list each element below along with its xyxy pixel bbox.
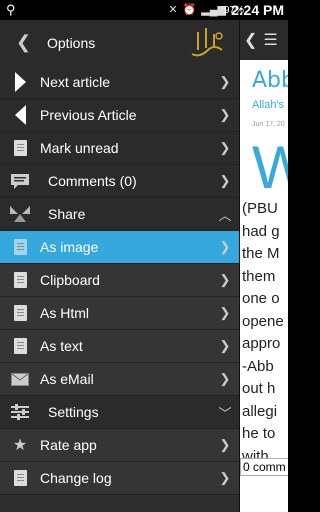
menu-label: Settings	[48, 404, 99, 420]
html-icon	[13, 305, 27, 321]
star-icon: ★	[12, 437, 28, 454]
signal-icon: ▂▄▆	[201, 4, 226, 16]
menu-previous-article[interactable]: Previous Article ❯	[0, 99, 239, 132]
article-line: opene	[242, 312, 284, 330]
drawer-header: ❮ Options	[0, 20, 239, 66]
menu-label: As image	[40, 239, 99, 255]
menu-share-as-email[interactable]: As eMail ❯	[0, 363, 239, 396]
menu-change-log[interactable]: Change log ❯	[0, 462, 239, 495]
article-body: (PBU had g the M them one o opene appro -Abb out…	[240, 198, 288, 468]
menu-comments[interactable]: Comments (0) ❯	[0, 165, 239, 198]
article-line: one o	[242, 290, 280, 307]
menu-label: Comments (0)	[48, 173, 137, 189]
options-drawer: ❮ Options Next article ❯ Previous Articl…	[0, 20, 240, 512]
chevron-right-icon: ❯	[219, 338, 231, 353]
article-date: Jun 17, 20	[252, 121, 285, 128]
article-line: he to	[242, 425, 276, 442]
mail-icon	[11, 372, 29, 386]
share-icon	[10, 206, 30, 222]
chevron-up-icon: ︿	[218, 207, 232, 223]
menu-label: As Html	[40, 305, 89, 321]
menu-label: Mark unread	[40, 140, 119, 156]
chevron-right-icon: ❯	[219, 437, 231, 452]
mute-icon: ✕	[168, 4, 178, 16]
document-icon	[13, 140, 27, 156]
chevron-right-icon: ❯	[219, 272, 231, 287]
menu-share[interactable]: Share ︿	[0, 198, 239, 231]
drawer-title: Options	[47, 35, 96, 51]
menu-settings[interactable]: Settings ﹀	[0, 396, 239, 429]
chevron-right-icon: ❯	[219, 107, 231, 122]
menu-share-as-text[interactable]: As text ❯	[0, 330, 239, 363]
clock: 2:24 PM	[231, 2, 284, 18]
menu-label: Clipboard	[40, 272, 100, 288]
calligraphy-logo	[191, 28, 223, 57]
menu-label: Rate app	[40, 437, 97, 453]
menu-label: Share	[48, 206, 86, 222]
menu-share-as-html[interactable]: As Html ❯	[0, 297, 239, 330]
comments-count[interactable]: 0 comm	[240, 458, 288, 476]
article-view: ❮ ☰ Abb Allah's Jun 17, 20 W (PBU had g th…	[240, 20, 288, 512]
article-title: Abb	[252, 68, 288, 93]
menu-label: Change log	[40, 470, 112, 486]
menu-label: Next article	[40, 74, 111, 90]
menu-mark-unread[interactable]: Mark unread ❯	[0, 132, 239, 165]
arrow-right-icon	[15, 72, 26, 92]
status-icons: ✕ ⏰ ▂▄▆	[168, 3, 226, 16]
chevron-right-icon: ❯	[219, 371, 231, 386]
article-line: -Abb	[242, 357, 274, 375]
menu-rate-app[interactable]: ★ Rate app ❯	[0, 429, 239, 462]
changelog-icon	[13, 470, 27, 486]
chevron-right-icon: ❯	[219, 305, 231, 320]
article-line: out h	[242, 380, 276, 397]
chevron-down-icon: ﹀	[218, 405, 232, 421]
back-icon[interactable]: ❮	[16, 32, 31, 53]
article-drop-cap: W	[252, 134, 288, 201]
comment-icon	[11, 174, 29, 189]
text-icon	[13, 338, 27, 354]
menu-label: Previous Article	[40, 107, 137, 123]
chevron-right-icon: ❯	[219, 140, 231, 155]
menu-label: As text	[40, 338, 83, 354]
alarm-icon: ⏰	[182, 4, 197, 16]
image-icon	[13, 239, 27, 255]
back-icon[interactable]: ❮	[244, 30, 257, 50]
article-line: had g	[242, 222, 280, 240]
menu-share-clipboard[interactable]: Clipboard ❯	[0, 264, 239, 297]
chevron-right-icon: ❯	[219, 74, 231, 89]
chevron-right-icon: ❯	[219, 173, 231, 188]
article-line: allegi	[242, 402, 278, 420]
article-line: appro	[242, 335, 281, 352]
chevron-right-icon: ❯	[219, 239, 231, 254]
article-subtitle: Allah's	[252, 99, 285, 111]
usb-icon: ⚲	[6, 2, 16, 17]
menu-next-article[interactable]: Next article ❯	[0, 66, 239, 99]
article-line: the M	[242, 245, 280, 262]
article-line: them	[242, 267, 276, 285]
chevron-right-icon: ❯	[219, 470, 231, 485]
status-bar: ⚲ ✕ ⏰ ▂▄▆ 97% 2:24 PM	[0, 0, 288, 20]
article-toolbar: ❮ ☰	[240, 20, 288, 60]
article-line: (PBU	[242, 200, 278, 217]
settings-sliders-icon[interactable]: ☰	[263, 30, 277, 50]
menu-share-as-image[interactable]: As image ❯	[0, 231, 239, 264]
settings-icon	[11, 404, 29, 420]
menu-label: As eMail	[40, 371, 94, 387]
arrow-left-icon	[15, 105, 26, 125]
clipboard-icon	[13, 272, 27, 288]
